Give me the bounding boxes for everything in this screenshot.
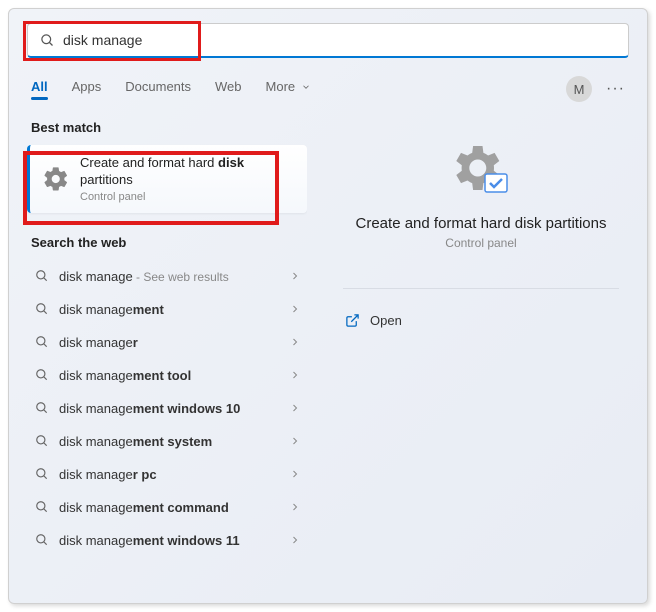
web-result[interactable]: disk management windows 11 [27,524,307,557]
search-bar[interactable] [27,23,629,58]
best-match-subtitle: Control panel [80,191,244,203]
web-result[interactable]: disk manage - See web results [27,260,307,293]
web-result[interactable]: disk management system [27,425,307,458]
chevron-right-icon [289,501,301,513]
chevron-down-icon [301,82,311,92]
search-icon [40,33,55,48]
open-label: Open [370,313,402,328]
search-icon [35,500,49,514]
chevron-right-icon [289,435,301,447]
web-result[interactable]: disk management command [27,491,307,524]
chevron-right-icon [289,303,301,315]
chevron-right-icon [289,468,301,480]
preview-panel: Create and format hard disk partitions C… [307,112,629,591]
chevron-right-icon [289,369,301,381]
tab-web[interactable]: Web [215,79,242,100]
web-result-text: disk manager pc [59,467,157,482]
preview-title: Create and format hard disk partitions [343,215,619,232]
search-input[interactable] [63,32,616,48]
web-result[interactable]: disk management tool [27,359,307,392]
best-match-heading: Best match [27,112,307,145]
web-result[interactable]: disk management [27,293,307,326]
tabs-bar: All Apps Documents Web More M ··· [9,58,647,112]
web-result[interactable]: disk manager pc [27,458,307,491]
search-icon [35,269,49,283]
preview-subtitle: Control panel [343,236,619,250]
web-result-text: disk management [59,302,164,317]
tab-apps[interactable]: Apps [72,79,102,100]
search-icon [35,434,49,448]
web-result-text: disk management windows 11 [59,533,240,548]
search-icon [35,335,49,349]
tab-documents[interactable]: Documents [125,79,191,100]
chevron-right-icon [289,270,301,282]
web-result-text: disk management system [59,434,212,449]
open-icon [345,313,360,328]
search-icon [35,533,49,547]
divider [343,288,619,289]
web-result-text: disk manage - See web results [59,269,229,284]
web-result[interactable]: disk manager [27,326,307,359]
search-icon [35,302,49,316]
chevron-right-icon [289,534,301,546]
search-icon [35,401,49,415]
web-result-text: disk management tool [59,368,191,383]
tab-more[interactable]: More [266,79,311,100]
best-match-result[interactable]: Create and format hard diskpartitions Co… [27,145,307,213]
tab-more-label: More [266,79,296,94]
tab-all[interactable]: All [31,79,48,100]
web-result-text: disk management windows 10 [59,401,240,416]
open-button[interactable]: Open [333,307,629,334]
avatar[interactable]: M [566,76,592,102]
web-results-heading: Search the web [27,227,307,260]
gear-icon [42,165,70,193]
best-match-title: Create and format hard diskpartitions [80,155,244,189]
web-result-text: disk management command [59,500,229,515]
search-icon [35,467,49,481]
chevron-right-icon [289,336,301,348]
chevron-right-icon [289,402,301,414]
results-list: Best match Create and format hard diskpa… [27,112,307,591]
search-icon [35,368,49,382]
more-menu-icon[interactable]: ··· [606,80,625,98]
web-result[interactable]: disk management windows 10 [27,392,307,425]
search-window: All Apps Documents Web More M ··· Best m… [8,8,648,604]
web-result-text: disk manager [59,335,138,350]
gear-check-icon [343,142,619,203]
